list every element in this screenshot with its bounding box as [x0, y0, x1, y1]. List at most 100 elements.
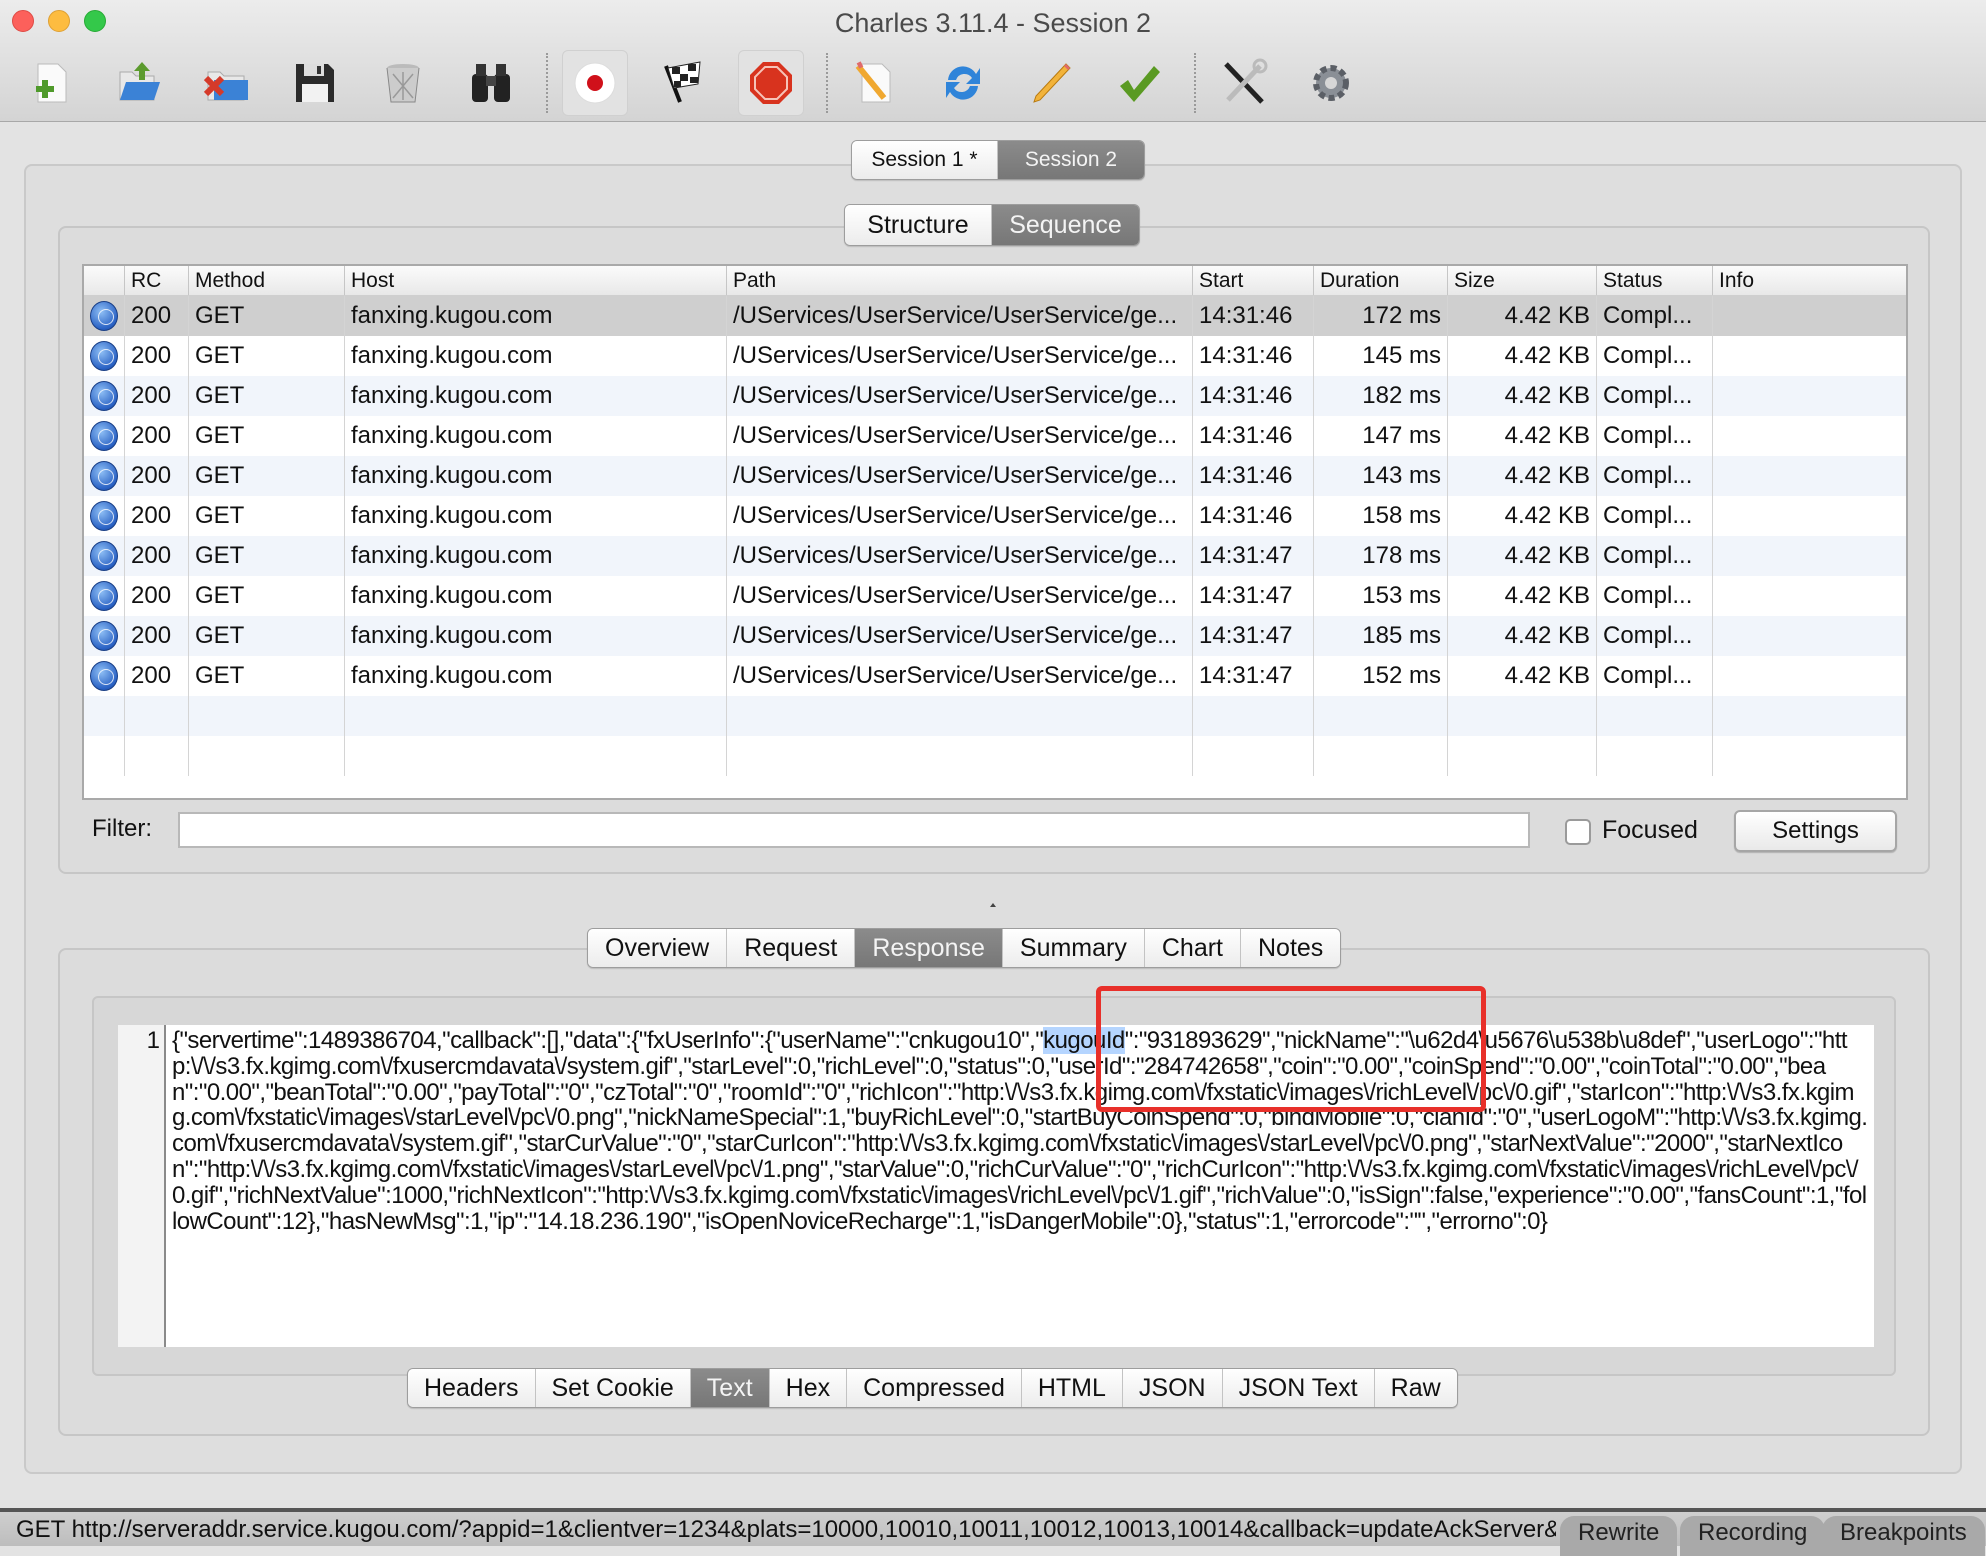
tab-sequence[interactable]: Sequence [992, 205, 1139, 245]
focused-checkbox[interactable] [1565, 819, 1591, 845]
globe-icon [90, 301, 118, 331]
tab-hex[interactable]: Hex [769, 1369, 848, 1407]
table-row[interactable]: 200 GET fanxing.kugou.com/UServices/UserSe… [84, 336, 1906, 376]
column-header-method[interactable]: Method [188, 266, 344, 295]
tab-text[interactable]: Text [690, 1369, 770, 1407]
column-header-info[interactable]: Info [1712, 266, 1906, 295]
cell-start: 14:31:47 [1192, 616, 1313, 656]
save-session-button[interactable] [282, 50, 348, 116]
column-header-path[interactable]: Path [726, 266, 1192, 295]
filter-input[interactable] [178, 812, 1530, 848]
tab-session-1[interactable]: Session 1 * [852, 141, 998, 179]
compose-button[interactable] [842, 50, 908, 116]
session-tabs: Session 1 * Session 2 [851, 140, 1145, 180]
cell-duration: 143 ms [1313, 456, 1447, 496]
column-header-start[interactable]: Start [1192, 266, 1313, 295]
column-header-status[interactable]: Status [1596, 266, 1712, 295]
column-header-host[interactable]: Host [344, 266, 726, 295]
tab-html[interactable]: HTML [1021, 1369, 1123, 1407]
table-row[interactable]: 200 GET fanxing.kugou.com/UServices/UserSe… [84, 576, 1906, 616]
tab-chart[interactable]: Chart [1144, 929, 1241, 967]
splitter-handle[interactable] [988, 900, 998, 910]
tab-notes[interactable]: Notes [1241, 929, 1341, 967]
cell-status: Compl... [1596, 536, 1712, 576]
rewrite-status-button[interactable]: Rewrite [1560, 1516, 1678, 1556]
cell-size: 4.42 KB [1447, 536, 1596, 576]
validate-button[interactable] [1106, 50, 1172, 116]
response-body-text[interactable]: {"servertime":1489386704,"callback":[],"… [166, 1025, 1874, 1347]
tab-summary[interactable]: Summary [1002, 929, 1145, 967]
tab-structure[interactable]: Structure [845, 205, 992, 245]
new-session-button[interactable] [18, 50, 84, 116]
clear-session-button[interactable] [370, 50, 436, 116]
response-text-area[interactable]: 1 {"servertime":1489386704,"callback":[]… [118, 1025, 1874, 1347]
filter-settings-button[interactable]: Settings [1734, 810, 1897, 852]
cell-start: 14:31:46 [1192, 456, 1313, 496]
globe-icon [90, 581, 118, 611]
open-session-button[interactable] [106, 50, 172, 116]
cell-status: Compl... [1596, 456, 1712, 496]
cell-method: GET [188, 616, 344, 656]
cell-path: /UServices/UserService/UserService/ge... [726, 616, 1192, 656]
tab-request[interactable]: Request [727, 929, 856, 967]
settings-button[interactable] [1298, 50, 1364, 116]
cell-duration: 153 ms [1313, 576, 1447, 616]
table-row[interactable]: 200 GET fanxing.kugou.com/UServices/UserSe… [84, 616, 1906, 656]
detail-tabs: Overview Request Response Summary Chart … [587, 928, 1342, 968]
globe-icon [90, 381, 118, 411]
globe-icon [90, 621, 118, 651]
table-row[interactable]: 200 GET fanxing.kugou.com/UServices/UserSe… [84, 536, 1906, 576]
column-header-size[interactable]: Size [1447, 266, 1596, 295]
tab-overview[interactable]: Overview [588, 929, 728, 967]
cell-method: GET [188, 416, 344, 456]
throttle-button[interactable] [650, 50, 716, 116]
tab-session-2[interactable]: Session 2 [998, 141, 1144, 179]
tab-json-text[interactable]: JSON Text [1222, 1369, 1375, 1407]
cell-duration: 172 ms [1313, 296, 1447, 336]
binoculars-icon [472, 64, 510, 102]
find-button[interactable] [458, 50, 524, 116]
cell-host: fanxing.kugou.com [344, 536, 726, 576]
tools-icon [1224, 58, 1268, 104]
table-row[interactable]: 200 GET fanxing.kugou.com/UServices/UserSe… [84, 416, 1906, 456]
breakpoints-button[interactable] [738, 50, 804, 116]
table-row[interactable]: 200 GET fanxing.kugou.com/UServices/UserSe… [84, 496, 1906, 536]
breakpoints-status-button[interactable]: Breakpoints [1822, 1516, 1985, 1556]
table-body: 200 GET fanxing.kugou.com/UServices/UserSe… [84, 296, 1906, 776]
close-session-button[interactable] [194, 50, 260, 116]
empty-cell [124, 696, 188, 736]
cell-host: fanxing.kugou.com [344, 616, 726, 656]
tools-button[interactable] [1210, 50, 1276, 116]
cell-size: 4.42 KB [1447, 376, 1596, 416]
cell-path: /UServices/UserService/UserService/ge... [726, 416, 1192, 456]
tab-set-cookie[interactable]: Set Cookie [535, 1369, 691, 1407]
column-header-rc[interactable]: RC [124, 266, 188, 295]
column-header-duration[interactable]: Duration [1313, 266, 1447, 295]
edit-button[interactable] [1018, 50, 1084, 116]
focused-label[interactable]: Focused [1602, 816, 1698, 845]
cell-rc: 200 [124, 656, 188, 696]
column-header-icon[interactable] [84, 266, 124, 295]
cell-size: 4.42 KB [1447, 336, 1596, 376]
tab-headers[interactable]: Headers [408, 1369, 536, 1407]
record-button[interactable] [562, 50, 628, 116]
cell-method: GET [188, 536, 344, 576]
checkmark-icon [1120, 66, 1160, 102]
table-row[interactable]: 200 GET fanxing.kugou.com/UServices/UserSe… [84, 296, 1906, 336]
tab-compressed[interactable]: Compressed [847, 1369, 1022, 1407]
table-row[interactable]: 200 GET fanxing.kugou.com/UServices/UserSe… [84, 376, 1906, 416]
tab-raw[interactable]: Raw [1374, 1369, 1457, 1407]
stop-sign-icon [750, 62, 792, 104]
repeat-button[interactable] [930, 50, 996, 116]
clear-session-icon [386, 64, 420, 103]
table-row[interactable]: 200 GET fanxing.kugou.com/UServices/UserSe… [84, 456, 1906, 496]
tab-response[interactable]: Response [855, 929, 1003, 967]
table-row[interactable]: 200 GET fanxing.kugou.com/UServices/UserSe… [84, 656, 1906, 696]
recording-status-button[interactable]: Recording [1680, 1516, 1826, 1556]
tab-json[interactable]: JSON [1122, 1369, 1223, 1407]
toolbar [18, 50, 1386, 116]
cell-status: Compl... [1596, 576, 1712, 616]
cell-size: 4.42 KB [1447, 656, 1596, 696]
cell-start: 14:31:46 [1192, 416, 1313, 456]
empty-table-row [84, 696, 1906, 736]
